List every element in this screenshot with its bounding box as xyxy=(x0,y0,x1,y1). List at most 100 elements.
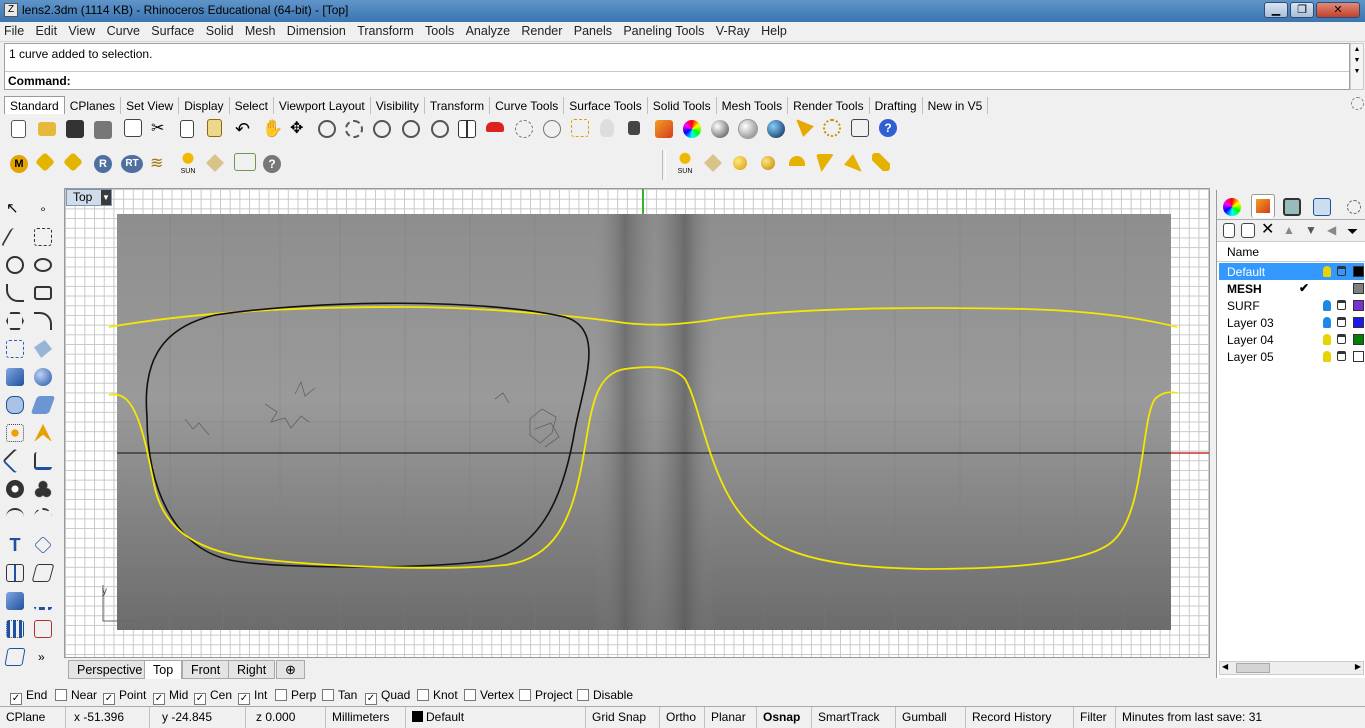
layers-horizontal-scrollbar[interactable]: ◀ ▶ xyxy=(1219,661,1364,675)
fillet-curve-icon[interactable] xyxy=(34,312,52,330)
tab-new-in-v5[interactable]: New in V5 xyxy=(923,97,989,114)
directional-light-icon[interactable] xyxy=(872,153,890,171)
paste-icon[interactable] xyxy=(207,119,222,137)
analyze-icon[interactable] xyxy=(34,620,52,638)
ortho-toggle[interactable]: Ortho xyxy=(660,707,705,728)
group-icon[interactable] xyxy=(34,480,52,498)
tab-render-tools[interactable]: Render Tools xyxy=(788,97,870,114)
vray-batch-icon[interactable]: ≋ xyxy=(150,155,168,173)
ellipse-icon[interactable] xyxy=(34,258,52,272)
menu-render[interactable]: Render xyxy=(517,22,566,40)
osnap-near[interactable]: Near xyxy=(55,688,97,702)
cplane-indicator[interactable]: CPlane xyxy=(0,707,66,728)
record-history-toggle[interactable]: Record History xyxy=(966,707,1074,728)
menu-curve[interactable]: Curve xyxy=(103,22,144,40)
lightbulb-icon[interactable] xyxy=(600,119,614,137)
make-2d-icon[interactable] xyxy=(31,564,55,582)
menu-view[interactable]: View xyxy=(64,22,99,40)
layer-row-layer-04[interactable]: Layer 04 xyxy=(1219,331,1364,348)
checkbox[interactable] xyxy=(519,689,531,701)
move-to-parent-icon[interactable]: ◀ xyxy=(1327,223,1345,241)
rotate-view-icon[interactable]: ✥ xyxy=(290,120,308,138)
vray-help-icon[interactable]: ? xyxy=(263,155,281,173)
circle-icon[interactable] xyxy=(6,256,24,274)
color-wheel-icon[interactable] xyxy=(683,120,701,138)
tab-solid-tools[interactable]: Solid Tools xyxy=(648,97,717,114)
curve-control-points-icon[interactable] xyxy=(34,228,52,246)
menu-edit[interactable]: Edit xyxy=(32,22,62,40)
open-file-icon[interactable] xyxy=(38,122,56,136)
menu-help[interactable]: Help xyxy=(757,22,791,40)
osnap-point[interactable]: ✓ Point xyxy=(103,688,146,705)
layer-row-default[interactable]: Default xyxy=(1219,263,1364,280)
planar-mesh-icon[interactable] xyxy=(30,396,56,414)
explode-icon[interactable] xyxy=(34,424,52,442)
menu-tools[interactable]: Tools xyxy=(421,22,458,40)
lock-icon[interactable] xyxy=(1337,266,1346,276)
panel-options-gear-icon[interactable] xyxy=(1347,200,1361,214)
vray-proxy-icon[interactable] xyxy=(234,153,256,171)
more-tools-chevron-icon[interactable]: » xyxy=(38,648,56,666)
tab-cplanes[interactable]: CPlanes xyxy=(65,97,122,114)
dimension-icon[interactable] xyxy=(34,536,52,554)
layout-tools-icon[interactable] xyxy=(851,119,869,137)
layer-color-swatch[interactable] xyxy=(1353,283,1364,294)
rectangle-icon[interactable] xyxy=(34,286,52,300)
osnap-tan[interactable]: Tan xyxy=(322,688,357,702)
layer-row-mesh[interactable]: MESH ✔ xyxy=(1219,280,1364,297)
menu-analyze[interactable]: Analyze xyxy=(462,22,514,40)
checkbox[interactable]: ✓ xyxy=(194,693,206,705)
cut-icon[interactable]: ✂ xyxy=(151,120,169,138)
properties-tab-icon[interactable] xyxy=(1223,198,1241,216)
new-layer-icon[interactable] xyxy=(1223,223,1235,238)
lightbulb-icon[interactable] xyxy=(1323,317,1331,328)
checkbox[interactable] xyxy=(322,689,334,701)
checkbox[interactable] xyxy=(577,689,589,701)
layer-row-layer-05[interactable]: Layer 05 xyxy=(1219,348,1364,365)
undo-icon[interactable]: ↶ xyxy=(235,120,253,138)
osnap-disable[interactable]: Disable xyxy=(577,688,633,702)
tab-visibility[interactable]: Visibility xyxy=(371,97,425,114)
checkbox[interactable]: ✓ xyxy=(365,693,377,705)
menu-file[interactable]: File xyxy=(0,22,28,40)
close-button[interactable]: ✕ xyxy=(1316,2,1360,18)
sphere-solid-icon[interactable] xyxy=(34,368,52,386)
gumball-toggle[interactable]: Gumball xyxy=(896,707,966,728)
osnap-cen[interactable]: ✓ Cen xyxy=(194,688,232,705)
osnap-quad[interactable]: ✓ Quad xyxy=(365,688,410,705)
light-icon[interactable] xyxy=(796,119,814,137)
move-up-icon[interactable]: ▲ xyxy=(1283,223,1301,241)
tab-standard[interactable]: Standard xyxy=(4,96,65,114)
save-icon[interactable] xyxy=(66,120,84,138)
layer-icon[interactable] xyxy=(655,120,673,138)
surface-from-points-icon[interactable] xyxy=(6,340,24,358)
menu-paneling-tools[interactable]: Paneling Tools xyxy=(619,22,708,40)
tab-top[interactable]: Top xyxy=(144,660,183,679)
units-display[interactable]: Millimeters xyxy=(326,707,406,728)
checkbox[interactable]: ✓ xyxy=(153,693,165,705)
shaded-sphere-icon[interactable] xyxy=(711,120,729,138)
grid-snap-toggle[interactable]: Grid Snap xyxy=(586,707,660,728)
tab-viewport-layout[interactable]: Viewport Layout xyxy=(274,97,371,114)
solid-tools-icon[interactable] xyxy=(6,592,24,610)
osnap-perp[interactable]: Perp xyxy=(275,688,316,702)
toolbar-options-gear-icon[interactable] xyxy=(1351,97,1364,110)
checkbox[interactable] xyxy=(464,689,476,701)
checkbox[interactable]: ✓ xyxy=(10,693,22,705)
smarttrack-toggle[interactable]: SmartTrack xyxy=(812,707,896,728)
viewport-title[interactable]: Top ▼ xyxy=(66,189,112,206)
menu-panels[interactable]: Panels xyxy=(570,22,616,40)
command-area[interactable]: 1 curve added to selection. Command: xyxy=(4,43,1350,90)
layers-column-header[interactable]: Name xyxy=(1217,242,1365,262)
lock-icon[interactable] xyxy=(1337,300,1346,310)
menu-surface[interactable]: Surface xyxy=(147,22,198,40)
select-all-icon[interactable] xyxy=(571,119,589,137)
menu-dimension[interactable]: Dimension xyxy=(283,22,350,40)
tab-right[interactable]: Right xyxy=(228,660,276,679)
lock-icon[interactable] xyxy=(1337,317,1346,327)
layers-tab-icon[interactable] xyxy=(1251,194,1275,218)
vray-material-icon[interactable]: M xyxy=(10,155,28,173)
rect-light-icon[interactable] xyxy=(844,154,862,172)
vray-options-icon[interactable] xyxy=(35,152,55,172)
box-solid-icon[interactable] xyxy=(6,368,24,386)
